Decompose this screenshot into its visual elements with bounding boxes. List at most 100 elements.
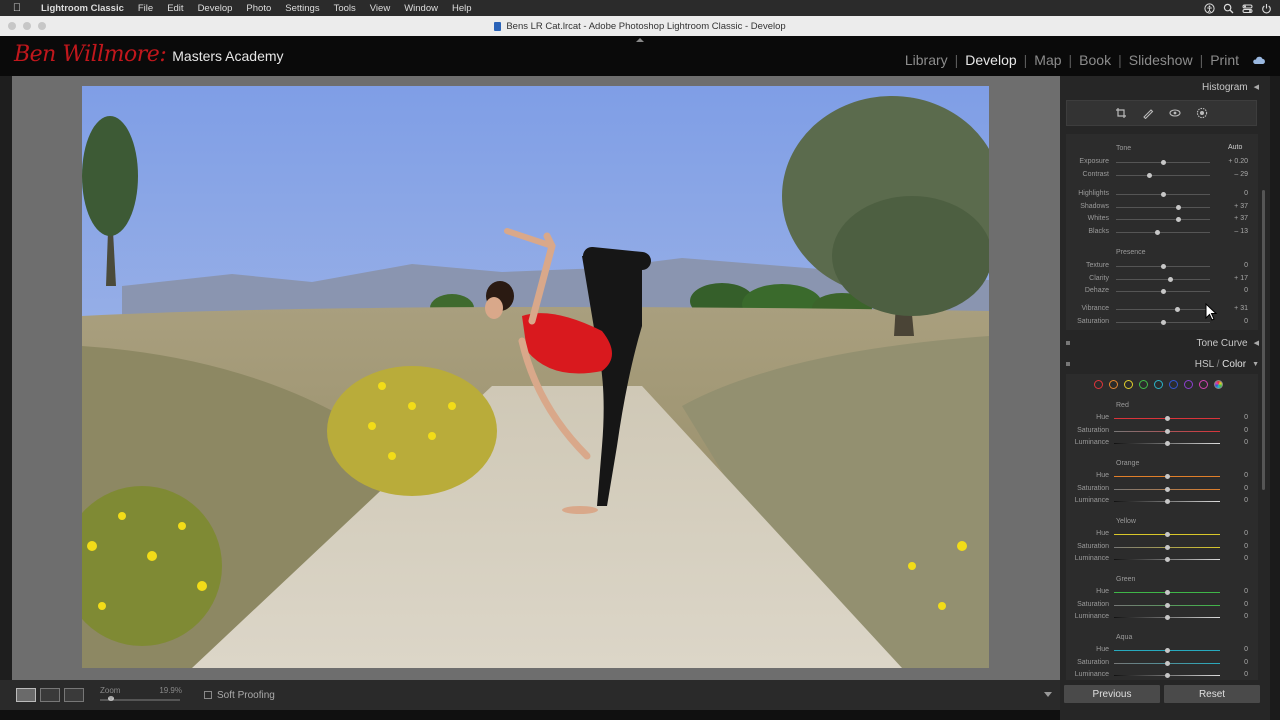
slider-value[interactable]: 0 [1220, 190, 1248, 197]
slider-thumb[interactable] [1176, 217, 1182, 223]
close-window-button[interactable] [8, 22, 16, 30]
menu-window[interactable]: Window [397, 3, 445, 14]
slider-track[interactable] [1116, 206, 1210, 208]
before-after-split-icon[interactable] [64, 688, 84, 702]
slider-value[interactable]: + 17 [1220, 275, 1248, 282]
panel-switch-icon[interactable] [1066, 362, 1070, 366]
hsl-panel-header[interactable]: HSL / Color ▼ [1064, 356, 1259, 372]
previous-button[interactable]: Previous [1064, 685, 1160, 703]
module-map[interactable]: Map [1033, 52, 1062, 68]
slider-track[interactable] [1116, 174, 1210, 176]
slider-track[interactable] [1116, 219, 1210, 221]
menu-photo[interactable]: Photo [239, 3, 278, 14]
hsl-slider-value[interactable]: 0 [1220, 497, 1248, 504]
slider-thumb[interactable] [1147, 172, 1153, 178]
slider-value[interactable]: 0 [1220, 262, 1248, 269]
zoom-window-button[interactable] [38, 22, 46, 30]
color-swatch[interactable] [1124, 380, 1133, 389]
menu-file[interactable]: File [131, 3, 160, 14]
hsl-slider-value[interactable]: 0 [1220, 613, 1248, 620]
hsl-slider-value[interactable]: 0 [1220, 439, 1248, 446]
collapse-down-icon[interactable]: ▼ [1252, 361, 1259, 368]
slider-value[interactable]: – 29 [1220, 171, 1248, 178]
hsl-slider-thumb[interactable] [1164, 590, 1170, 595]
crop-icon[interactable] [1115, 107, 1127, 119]
loupe-view-icon[interactable] [16, 688, 36, 702]
hsl-slider-thumb[interactable] [1164, 499, 1170, 505]
slider-value[interactable]: + 31 [1220, 305, 1248, 312]
slider-value[interactable]: + 37 [1220, 215, 1248, 222]
slider-thumb[interactable] [1168, 276, 1174, 282]
color-swatch[interactable] [1139, 380, 1148, 389]
hsl-slider-thumb[interactable] [1164, 474, 1170, 479]
hsl-slider-value[interactable]: 0 [1220, 646, 1248, 653]
hsl-slider-thumb[interactable] [1164, 544, 1170, 550]
right-panel-edge[interactable] [1270, 76, 1280, 720]
hsl-slider-thumb[interactable] [1164, 660, 1170, 666]
power-icon[interactable] [1261, 3, 1272, 14]
hsl-slider-thumb[interactable] [1164, 416, 1170, 421]
hsl-slider-thumb[interactable] [1164, 615, 1170, 621]
left-panel-collapsed[interactable] [0, 76, 12, 680]
module-slideshow[interactable]: Slideshow [1128, 52, 1194, 68]
module-book[interactable]: Book [1078, 52, 1112, 68]
color-swatch[interactable] [1109, 380, 1118, 389]
hsl-slider-thumb[interactable] [1164, 648, 1170, 653]
hsl-slider-value[interactable]: 0 [1220, 485, 1248, 492]
hsl-slider-thumb[interactable] [1164, 673, 1170, 679]
menu-edit[interactable]: Edit [160, 3, 190, 14]
histogram-panel-header[interactable]: Histogram ◀ [1064, 78, 1259, 96]
hsl-slider-value[interactable]: 0 [1220, 588, 1248, 595]
apple-icon[interactable]:  [0, 2, 34, 14]
masking-icon[interactable] [1196, 107, 1208, 119]
hsl-slider-value[interactable]: 0 [1220, 414, 1248, 421]
slider-thumb[interactable] [1160, 192, 1166, 197]
slider-track[interactable] [1116, 278, 1210, 280]
module-develop[interactable]: Develop [964, 52, 1017, 68]
color-swatch[interactable] [1094, 380, 1103, 389]
collapse-left-icon[interactable]: ◀ [1254, 83, 1259, 91]
slider-thumb[interactable] [1176, 204, 1182, 210]
all-colors-swatch[interactable] [1214, 380, 1223, 389]
hsl-slider-thumb[interactable] [1164, 532, 1170, 537]
menu-help[interactable]: Help [445, 3, 479, 14]
search-icon[interactable] [1223, 3, 1234, 14]
hsl-slider-value[interactable]: 0 [1220, 659, 1248, 666]
color-swatch[interactable] [1154, 380, 1163, 389]
before-after-icon[interactable] [40, 688, 60, 702]
slider-track[interactable] [1116, 309, 1210, 310]
hsl-slider-thumb[interactable] [1164, 557, 1170, 563]
hsl-slider-value[interactable]: 0 [1220, 555, 1248, 562]
cloud-sync-icon[interactable] [1252, 55, 1266, 65]
hsl-slider-thumb[interactable] [1164, 441, 1170, 447]
menu-settings[interactable]: Settings [278, 3, 326, 14]
menu-tools[interactable]: Tools [327, 3, 363, 14]
color-swatch[interactable] [1184, 380, 1193, 389]
control-center-icon[interactable] [1242, 3, 1253, 14]
expand-left-icon[interactable]: ◀ [1254, 339, 1259, 347]
top-panel-toggle-icon[interactable] [636, 38, 644, 42]
slider-track[interactable] [1116, 231, 1210, 233]
accessibility-icon[interactable] [1204, 2, 1215, 14]
hsl-slider-value[interactable]: 0 [1220, 472, 1248, 479]
tone-curve-panel-header[interactable]: Tone Curve ◀ [1064, 335, 1259, 351]
hsl-slider-thumb[interactable] [1164, 486, 1170, 492]
red-eye-icon[interactable] [1169, 107, 1181, 119]
module-print[interactable]: Print [1209, 52, 1240, 68]
photo-preview[interactable] [82, 86, 989, 668]
hsl-slider-thumb[interactable] [1164, 602, 1170, 608]
slider-value[interactable]: 0 [1220, 318, 1248, 325]
reset-button[interactable]: Reset [1164, 685, 1260, 703]
slider-value[interactable]: + 0.20 [1220, 158, 1248, 165]
minimize-window-button[interactable] [23, 22, 31, 30]
color-tab[interactable]: Color [1222, 359, 1246, 370]
hsl-slider-thumb[interactable] [1164, 428, 1170, 434]
hsl-slider-value[interactable]: 0 [1220, 427, 1248, 434]
slider-thumb[interactable] [1160, 160, 1166, 165]
panel-scrollbar[interactable] [1262, 190, 1265, 490]
menu-app[interactable]: Lightroom Classic [34, 3, 131, 14]
hsl-slider-value[interactable]: 0 [1220, 530, 1248, 537]
slider-thumb[interactable] [1154, 229, 1160, 235]
panel-switch-icon[interactable] [1066, 341, 1070, 345]
slider-thumb[interactable] [1160, 319, 1166, 325]
